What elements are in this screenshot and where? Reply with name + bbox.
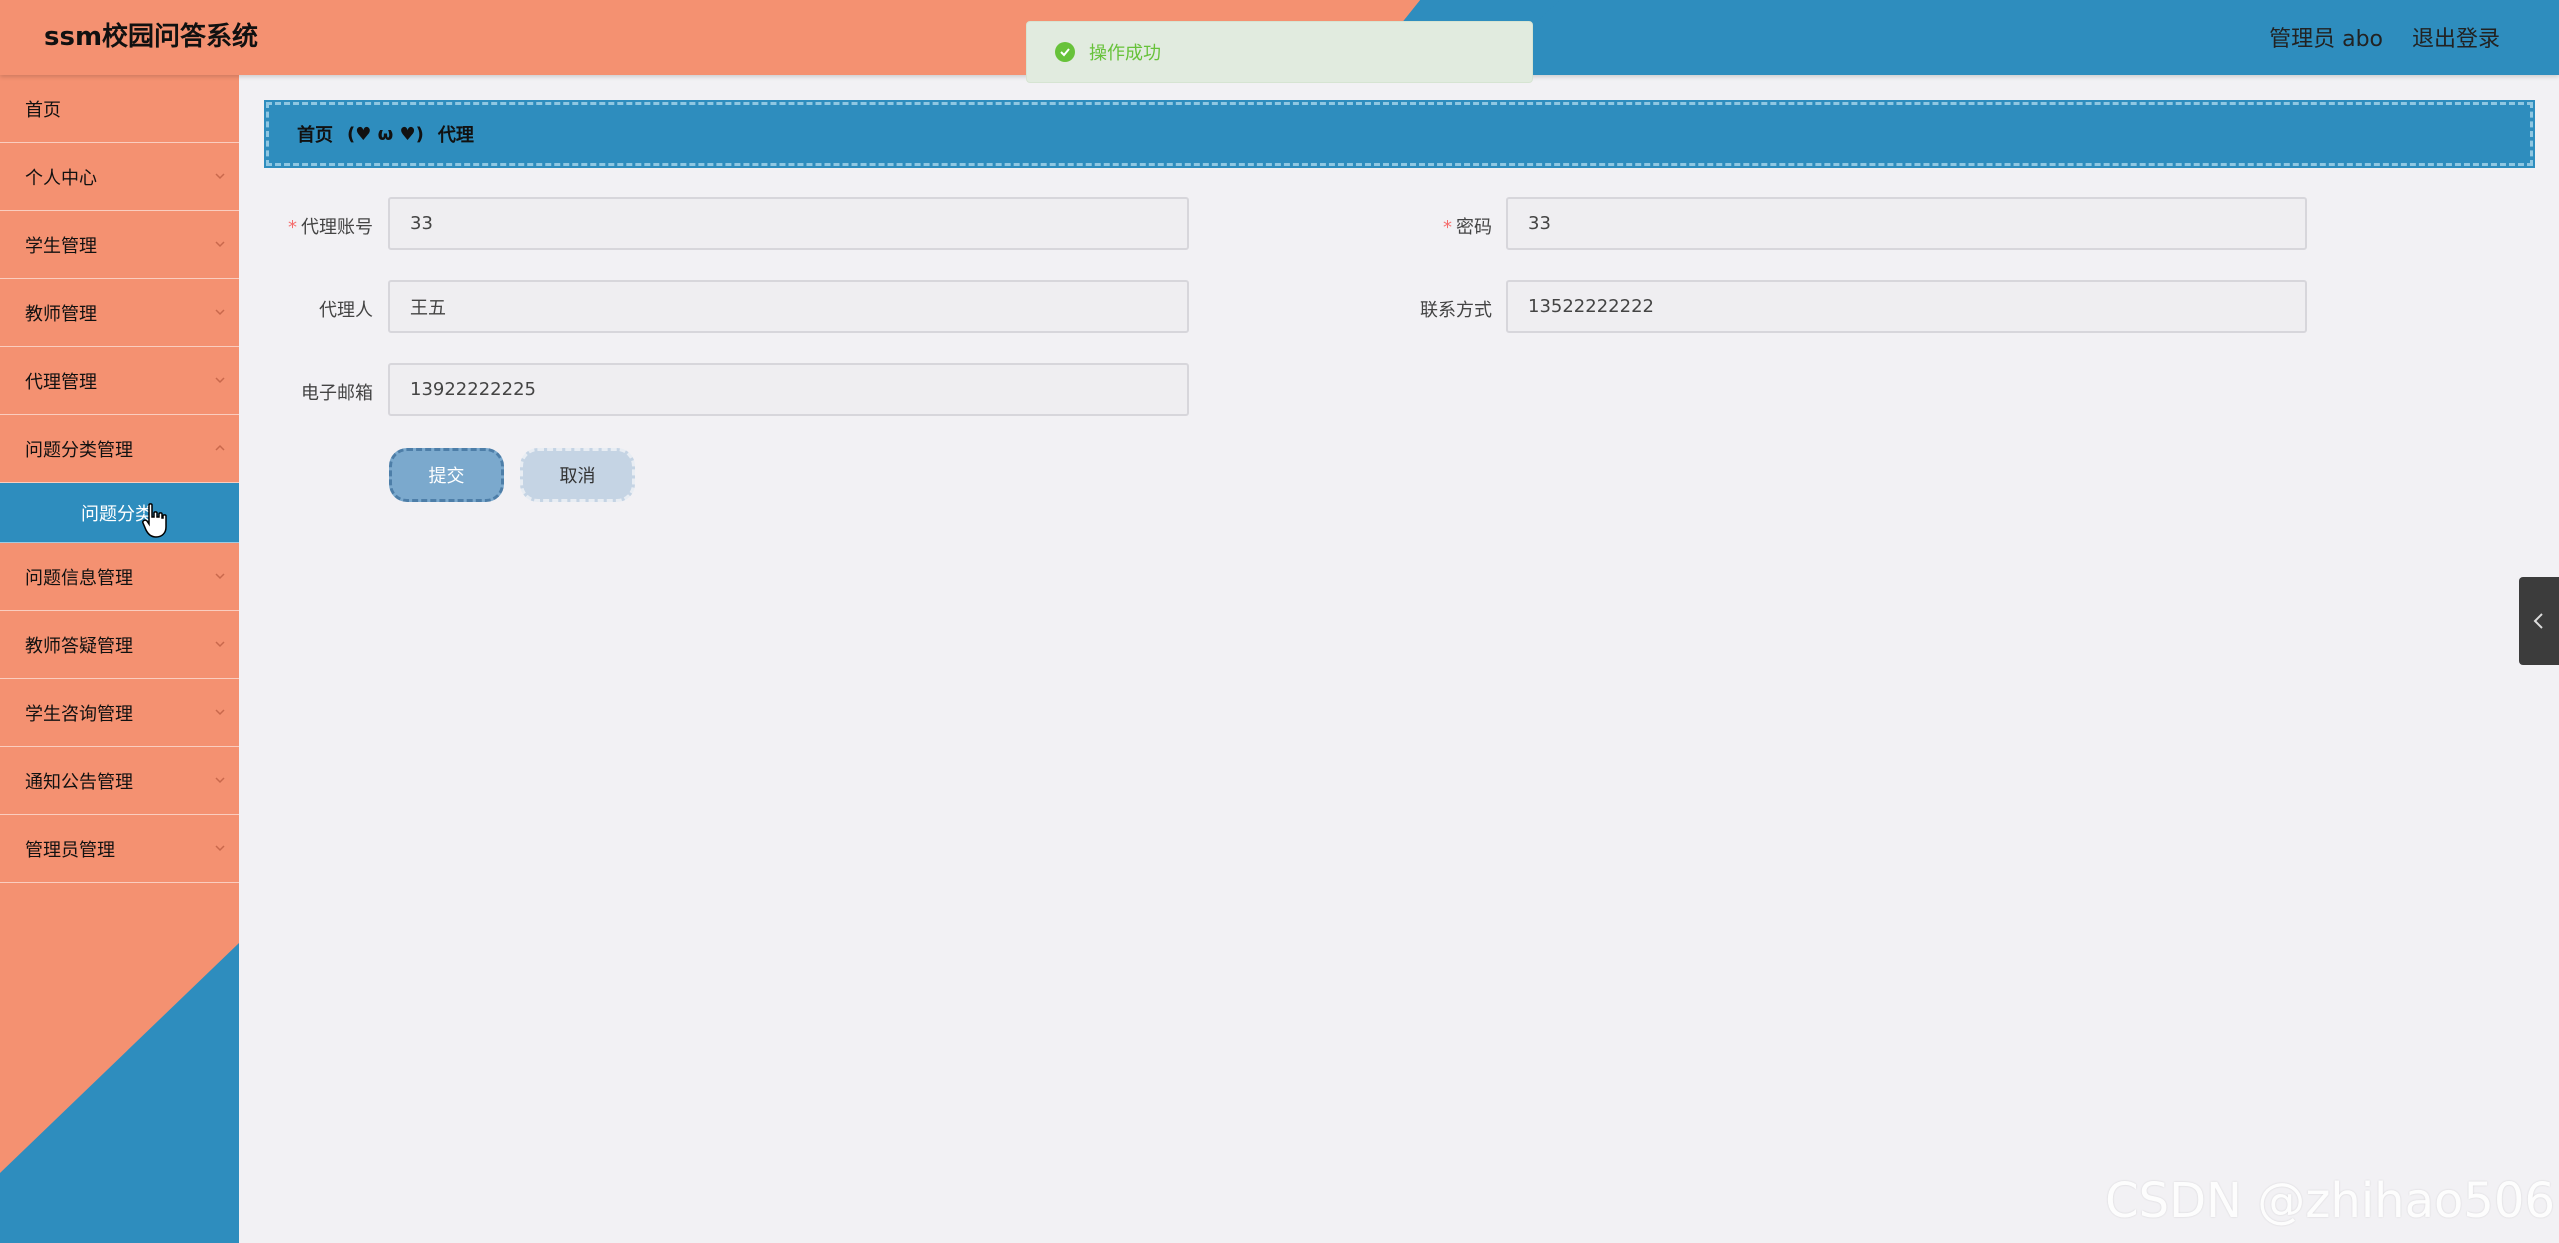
chevron-down-icon — [215, 709, 225, 716]
sidebar-item-personal-center[interactable]: 个人中心 — [0, 143, 239, 211]
sidebar-item-label: 问题信息管理 — [25, 567, 133, 589]
csdn-watermark: CSDN @zhihao506 — [2105, 1173, 2555, 1229]
required-asterisk: * — [1443, 217, 1452, 238]
account-label-text: 代理账号 — [301, 217, 373, 238]
phone-input[interactable]: 13522222222 — [1506, 280, 2307, 333]
phone-field-label: 联系方式 — [1420, 300, 1492, 321]
email-field-label: 电子邮箱 — [301, 383, 373, 404]
chevron-down-icon — [215, 845, 225, 852]
account-field-label: * 代理账号 — [266, 213, 373, 239]
submit-button[interactable]: 提交 — [389, 448, 504, 502]
breadcrumb-current: 代理 — [437, 125, 474, 146]
chevron-down-icon — [215, 377, 225, 384]
sidebar-item-admin-management[interactable]: 管理员管理 — [0, 815, 239, 883]
sidebar-item-question-info-management[interactable]: 问题信息管理 — [0, 543, 239, 611]
sidebar-item-label: 学生管理 — [25, 235, 97, 257]
chevron-down-icon — [215, 777, 225, 784]
email-input[interactable]: 13922222225 — [388, 363, 1189, 416]
sidebar-item-label: 首页 — [25, 99, 61, 121]
sidebar-item-notice-management[interactable]: 通知公告管理 — [0, 747, 239, 815]
sidebar-item-agent-management[interactable]: 代理管理 — [0, 347, 239, 415]
chevron-down-icon — [215, 173, 225, 180]
sidebar-item-student-management[interactable]: 学生管理 — [0, 211, 239, 279]
chevron-left-icon — [2533, 613, 2543, 629]
sidebar-item-label: 学生咨询管理 — [25, 703, 133, 725]
chevron-down-icon — [215, 573, 225, 580]
cancel-button[interactable]: 取消 — [520, 448, 635, 502]
agent-name-input[interactable]: 王五 — [388, 280, 1189, 333]
check-circle-icon — [1055, 42, 1075, 62]
breadcrumb-separator: (♥ ω ♥) — [347, 123, 424, 145]
app-title: ssm校园问答系统 — [44, 22, 259, 52]
sidebar-item-label: 问题分类管理 — [25, 439, 133, 461]
chevron-down-icon — [215, 309, 225, 316]
sidebar-item-label: 教师管理 — [25, 303, 97, 325]
logout-link[interactable]: 退出登录 — [2412, 21, 2500, 53]
hand-pointer-cursor-icon — [142, 503, 167, 538]
sidebar-item-label: 个人中心 — [25, 167, 97, 189]
password-field-label: * 密码 — [1400, 213, 1492, 239]
password-label-text: 密码 — [1456, 217, 1492, 238]
toast-message: 操作成功 — [1089, 43, 1161, 64]
sidebar-item-label: 通知公告管理 — [25, 771, 133, 793]
sidebar-menu: 首页 个人中心 学生管理 教师管理 代理管理 问题分类管理 问题分类 问题信息管… — [0, 75, 239, 1243]
side-panel-toggle[interactable] — [2519, 577, 2559, 665]
sidebar-item-question-category-management[interactable]: 问题分类管理 — [0, 415, 239, 483]
sidebar-item-student-consult-management[interactable]: 学生咨询管理 — [0, 679, 239, 747]
sidebar-corner-decoration — [0, 943, 239, 1243]
breadcrumb-home[interactable]: 首页 — [297, 121, 333, 147]
sidebar-subitem-question-category[interactable]: 问题分类 — [0, 483, 239, 543]
sidebar-item-label: 代理管理 — [25, 371, 97, 393]
sidebar-item-home[interactable]: 首页 — [0, 75, 239, 143]
required-asterisk: * — [288, 217, 297, 238]
chevron-down-icon — [215, 241, 225, 248]
name-field-label: 代理人 — [319, 300, 373, 321]
account-input[interactable]: 33 — [388, 197, 1189, 250]
breadcrumb: 首页 (♥ ω ♥) 代理 — [264, 100, 2535, 168]
chevron-down-icon — [215, 641, 225, 648]
sidebar-item-teacher-answer-management[interactable]: 教师答疑管理 — [0, 611, 239, 679]
chevron-up-icon — [215, 444, 225, 451]
current-user-label: 管理员 abo — [2269, 27, 2383, 52]
sidebar-item-label: 管理员管理 — [25, 839, 115, 861]
success-toast: 操作成功 — [1026, 21, 1533, 83]
sidebar-item-label: 教师答疑管理 — [25, 635, 133, 657]
sidebar-item-teacher-management[interactable]: 教师管理 — [0, 279, 239, 347]
password-input[interactable]: 33 — [1506, 197, 2307, 250]
